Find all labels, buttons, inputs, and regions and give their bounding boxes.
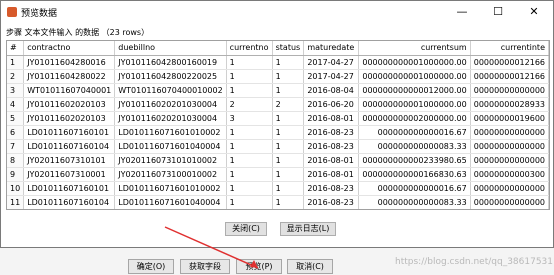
- annotation-arrow: [164, 226, 259, 269]
